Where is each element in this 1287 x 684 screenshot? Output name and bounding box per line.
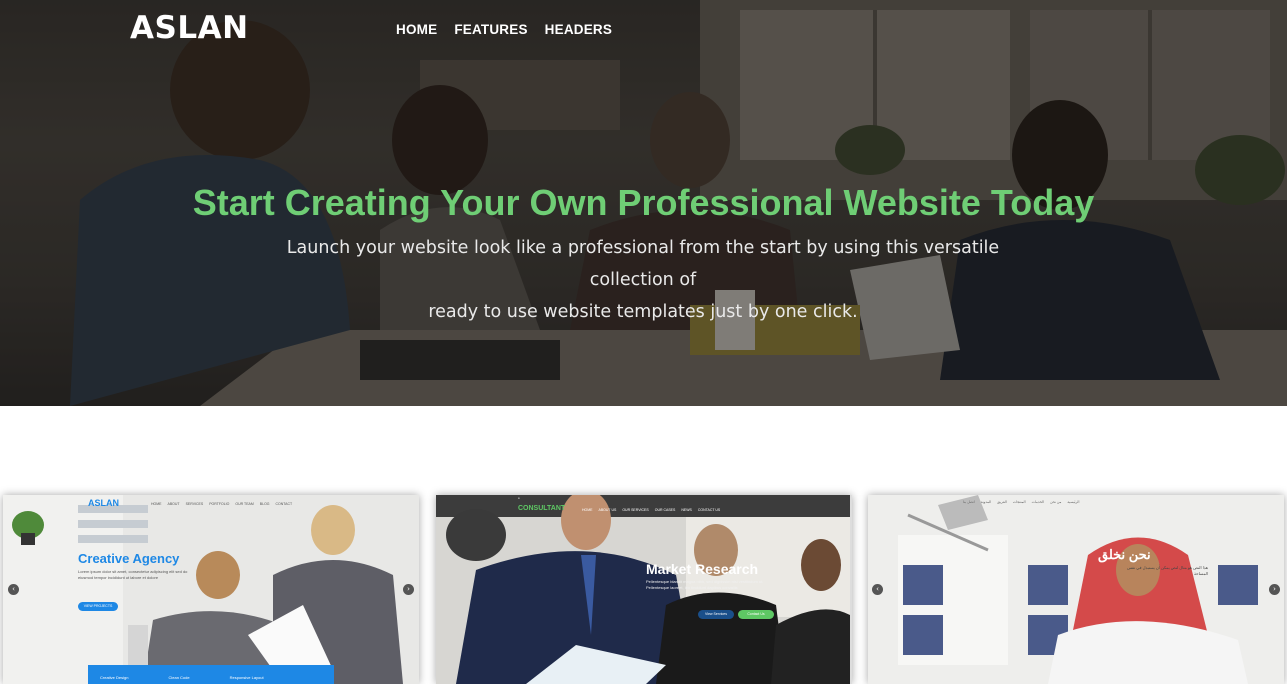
card1-brand: ASLAN xyxy=(88,498,119,508)
template-card-market-research[interactable]: ● CONSULTANT HOME ABOUT US OUR SERVICES … xyxy=(436,495,852,684)
creative-agency-preview-image xyxy=(3,495,419,684)
card1-feature-clean-code: Clean Code xyxy=(168,675,190,680)
card1-nav-item: PORTFOLIO xyxy=(209,502,230,506)
card1-view-projects-button[interactable]: VIEW PROJECTS xyxy=(78,602,118,611)
card3-heading: نحن نخلق xyxy=(1098,547,1151,562)
card2-nav: HOME ABOUT US OUR SERVICES OUR CASES NEW… xyxy=(582,508,720,512)
arabic-business-preview-image xyxy=(868,495,1284,684)
card3-nav: الرئيسية من نحن الخدمات المنتجات الفريق … xyxy=(963,500,1079,504)
card3-nav-item: الخدمات xyxy=(1031,500,1044,504)
hero-title: Start Creating Your Own Professional Web… xyxy=(192,182,1095,223)
card1-nav-item: ABOUT xyxy=(167,502,180,506)
hero-subtitle: Launch your website look like a professi… xyxy=(243,232,1043,328)
card1-nav-item: OUR TEAM xyxy=(235,502,254,506)
nav-home[interactable]: HOME xyxy=(396,22,437,37)
card1-nav-item: HOME xyxy=(151,502,162,506)
card3-text: هذا النص هو مثال لنص يمكن أن يستبدل في ن… xyxy=(1126,565,1208,576)
card2-view-services-button[interactable]: View Services xyxy=(698,610,734,619)
card3-nav-item: الفريق xyxy=(997,500,1007,504)
card2-nav-item: OUR SERVICES xyxy=(622,508,649,512)
card1-feature-creative-design: Creative Design xyxy=(100,675,129,680)
card1-heading: Creative Agency xyxy=(78,551,180,566)
card1-nav: HOME ABOUT SERVICES PORTFOLIO OUR TEAM B… xyxy=(151,502,292,506)
card1-nav-item: CONTACT xyxy=(275,502,293,506)
template-card-creative-agency[interactable]: ASLAN HOME ABOUT SERVICES PORTFOLIO OUR … xyxy=(3,495,419,684)
card3-nav-item: من نحن xyxy=(1049,500,1062,504)
chevron-right-icon[interactable]: › xyxy=(1269,584,1280,595)
hero-subtitle-line1: Launch your website look like a professi… xyxy=(286,238,1000,290)
market-research-preview-image xyxy=(436,495,850,684)
card2-nav-item: OUR CASES xyxy=(654,508,676,512)
card2-brand: CONSULTANT xyxy=(518,505,566,512)
nav-features[interactable]: FEATURES xyxy=(454,22,527,37)
chevron-left-icon[interactable]: ‹ xyxy=(872,584,883,595)
page: ASLAN HOME FEATURES HEADERS Start Creati… xyxy=(0,0,1287,684)
nav-headers[interactable]: HEADERS xyxy=(545,22,612,37)
hero-section: ASLAN HOME FEATURES HEADERS Start Creati… xyxy=(0,0,1287,406)
card1-feature-responsive-layout: Responsive Layout xyxy=(229,675,264,680)
card3-nav-item: الرئيسية xyxy=(1067,500,1080,504)
template-card-arabic-business[interactable]: الرئيسية من نحن الخدمات المنتجات الفريق … xyxy=(868,495,1284,684)
card2-text: Pellentesque blandit magna nibh, sed dig… xyxy=(646,579,764,590)
chevron-right-icon[interactable]: › xyxy=(403,584,414,595)
main-nav: HOME FEATURES HEADERS xyxy=(396,22,612,37)
card3-nav-item: اتصل بنا xyxy=(963,500,975,504)
card2-nav-item: ABOUT US xyxy=(598,508,617,512)
card2-topbar-info: ● xyxy=(518,496,520,500)
card1-nav-item: BLOG xyxy=(259,502,270,506)
card1-nav-item: SERVICES xyxy=(185,502,204,506)
site-logo[interactable]: ASLAN xyxy=(130,10,249,46)
card2-nav-item: HOME xyxy=(582,508,593,512)
card3-nav-item: المدونة xyxy=(980,500,992,504)
chevron-left-icon[interactable]: ‹ xyxy=(8,584,19,595)
card1-text: Lorem ipsum dolor sit amet, consectetur … xyxy=(78,569,188,580)
card3-nav-item: المنتجات xyxy=(1012,500,1026,504)
card2-topbar: ● xyxy=(518,496,520,500)
hero-subtitle-line2: ready to use website templates just by o… xyxy=(428,302,858,322)
card2-contact-us-button[interactable]: Contact Us xyxy=(738,610,774,619)
card2-nav-item: CONTACT US xyxy=(697,508,721,512)
card2-heading: Market Research xyxy=(646,561,759,577)
card2-nav-item: NEWS xyxy=(681,508,692,512)
card1-features: Creative Design Clean Code Responsive La… xyxy=(100,675,264,680)
